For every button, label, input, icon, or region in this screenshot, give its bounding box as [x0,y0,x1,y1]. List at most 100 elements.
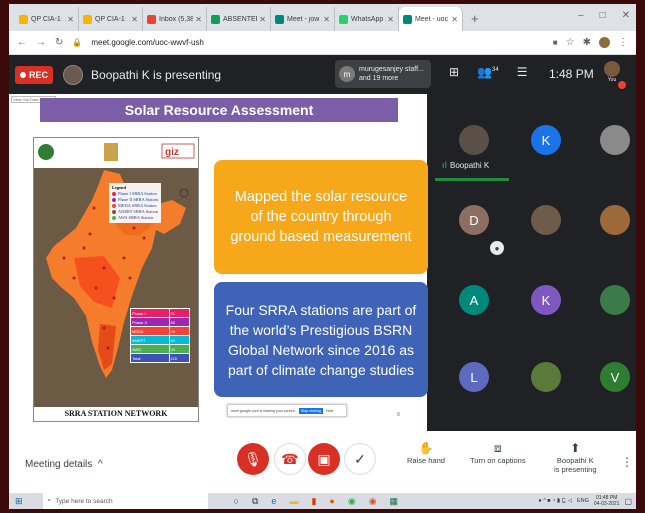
participant-tile[interactable]: K [524,118,568,162]
forward-icon[interactable]: → [36,37,46,48]
browser-tab[interactable]: ABSENTEES STA✕ [207,7,271,31]
speaker-name: Boopathi K [450,160,490,170]
recording-badge: REC [15,65,54,84]
menu-icon[interactable]: ⋮ [618,37,628,48]
participant-grid: K D A K L V [435,100,635,430]
cortana-icon[interactable]: ○ [234,496,239,507]
lock-icon: 🔒 [72,38,83,47]
mic-off-icon: ● [490,241,504,255]
task-view-icon[interactable]: ⧉ [252,496,258,507]
profile-avatar[interactable] [599,37,610,48]
maximize-icon[interactable]: □ [600,10,606,21]
language-indicator[interactable]: ENG [577,498,589,504]
station-row: Phase II 60 [130,317,191,327]
tab-title: ABSENTEES STA [223,15,257,23]
record-dot-icon [20,71,26,78]
mic-toggle-button[interactable]: 🎙 [237,443,269,475]
camera-toggle-button[interactable]: ▣ [308,443,340,475]
tab-close-icon[interactable]: ✕ [451,15,458,24]
tab-title: Inbox (5,382) - [159,15,194,23]
station-row: Phase I 51 [130,308,191,318]
participant-tile[interactable]: D [452,198,496,242]
reload-icon[interactable]: ↻ [55,37,63,48]
participant-photo [600,125,630,155]
browser-tab[interactable]: QP CIA-1 ✕ [79,7,143,31]
browser-tab[interactable]: WhatsApp ✕ [335,7,399,31]
join-notification[interactable]: m murugesanjey staff... and 19 more [335,60,431,88]
info-box-orange: Mapped the solar resource of the country… [214,160,428,274]
taskbar-clock[interactable]: 01:48 PM 04-03-2021 [594,495,620,507]
station-name: Phase I [130,308,170,318]
confirm-button[interactable]: ✓ [344,443,376,475]
participant-tile[interactable] [593,118,636,162]
chat-icon[interactable]: ☰ [517,65,528,79]
back-icon[interactable]: ← [17,37,27,48]
tab-close-icon[interactable]: ✕ [323,15,330,24]
url-field[interactable]: meet.google.com/uoc-wwvf-ush [91,38,543,47]
new-tab-button[interactable]: + [471,11,479,26]
extensions-icon[interactable]: ✱ [583,37,591,48]
raise-hand-button[interactable]: ✋ Raise hand [407,442,445,465]
office-icon[interactable]: ▮ [311,496,316,507]
leave-call-button[interactable]: ☎ [274,443,306,475]
browser-tab[interactable]: Inbox (5,382) - ✕ [143,7,207,31]
tab-title: QP CIA-1 [95,15,125,23]
tab-favicon-icon [275,14,284,24]
taskbar-search[interactable]: ⌕ Type here to search [42,493,208,509]
more-options-icon[interactable]: ⋮ [621,455,633,469]
station-name: ANERT [130,335,170,345]
participant-initial-avatar: L [459,362,489,392]
minimize-icon[interactable]: – [578,10,584,21]
presentation-area: View YouTube Channel Solar Resource Asse… [9,94,428,431]
tab-favicon-icon [403,14,412,24]
tab-close-icon[interactable]: ✕ [195,15,202,24]
stop-sharing-button[interactable]: Stop sharing [298,407,323,414]
participant-tile[interactable] [524,198,568,242]
edge-icon[interactable]: e [271,496,276,507]
participant-tile[interactable]: A [452,278,496,322]
people-icon[interactable]: 👥34 [477,65,499,79]
station-row: MEDA 08 [130,326,191,336]
file-explorer-icon[interactable]: ▬ [289,496,298,507]
layout-icon[interactable]: ⊞ [449,65,459,79]
tab-close-icon[interactable]: ✕ [387,15,394,24]
participant-tile[interactable] [593,198,636,242]
participant-tile[interactable]: L [452,355,496,399]
browser-tab[interactable]: QP CIA-1 ✕ [15,7,79,31]
excel-icon[interactable]: ▦ [390,496,399,507]
participant-tile[interactable] [452,118,496,162]
meeting-details-button[interactable]: Meeting details ^ [25,459,103,470]
participant-tile[interactable] [593,278,636,322]
participant-photo [531,362,561,392]
self-view[interactable]: You [604,61,626,89]
star-icon[interactable]: ☆ [566,37,575,48]
station-count: 04 [168,344,191,354]
present-line1: Boopathi K [556,456,594,465]
tray-icons[interactable]: ● ^ ■ ◔ ▮ ⊑ ◁ [538,498,572,504]
firefox-icon[interactable]: ● [329,496,334,507]
station-count: 51 [168,308,191,318]
notifications-icon[interactable]: ▢ [624,497,632,506]
participant-tile[interactable]: V [593,355,636,399]
participant-tile[interactable]: K [524,278,568,322]
browser-tab[interactable]: Meet - uoc ✕ [399,7,463,31]
tab-close-icon[interactable]: ✕ [67,15,74,24]
participant-tile[interactable] [524,355,568,399]
present-line2: is presenting [554,465,597,474]
chrome-icon-2[interactable]: ◉ [369,496,377,507]
windows-start-icon[interactable]: ⊞ [15,496,23,507]
browser-tab[interactable]: Meet - jow ✕ [271,7,335,31]
chrome-icon[interactable]: ◉ [348,496,356,507]
present-button[interactable]: ⬆ Boopathi K is presenting [554,442,597,474]
captions-button[interactable]: ⧈ Turn on captions [470,442,526,465]
hide-button[interactable]: Hide [326,409,333,413]
active-speaker-label: ıl Boopathi K [442,160,489,170]
close-icon[interactable]: ✕ [622,10,630,21]
tab-favicon-icon [83,14,92,24]
tab-close-icon[interactable]: ✕ [259,15,266,24]
camera-icon[interactable]: ■ [553,38,558,47]
legend-label: AWS SRRA Station [118,215,154,220]
tab-close-icon[interactable]: ✕ [131,15,138,24]
notification-line2: and 19 more [359,75,399,82]
presenting-text: Boopathi K is presenting [91,67,222,82]
